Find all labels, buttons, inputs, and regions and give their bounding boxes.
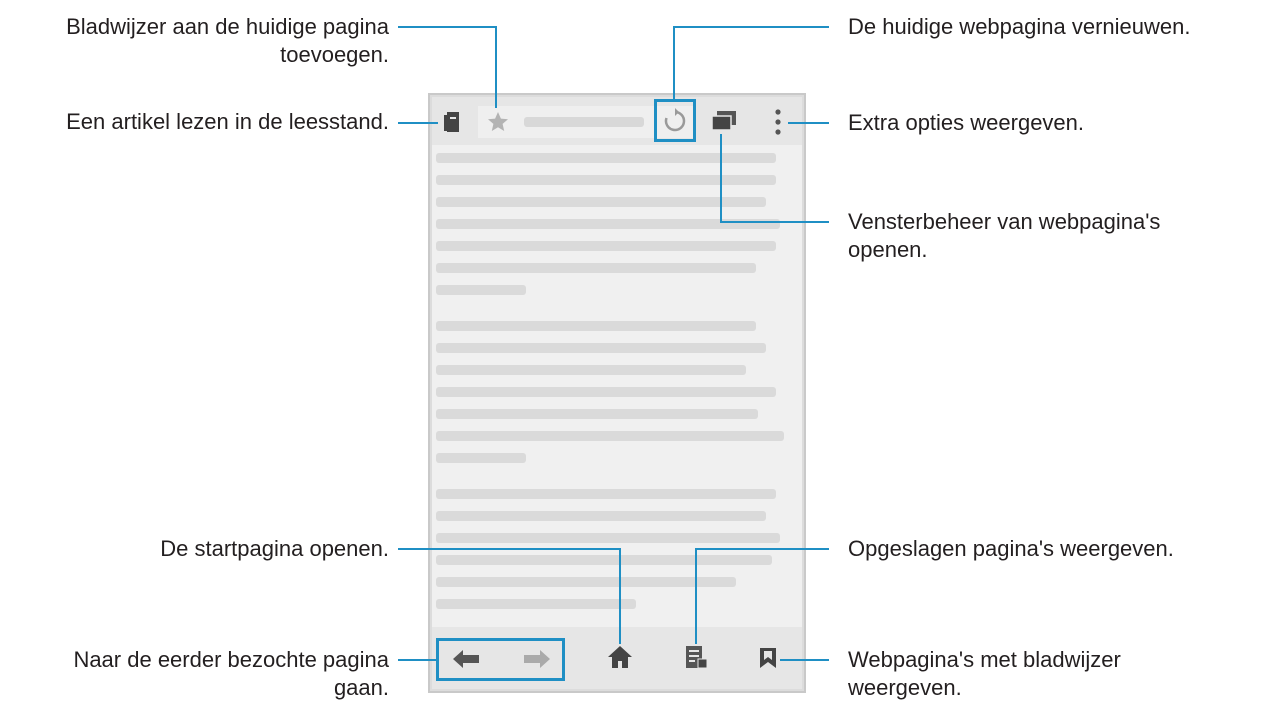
- callout-bookmark-add-line1: Bladwijzer aan de huidige pagina: [66, 14, 389, 39]
- callout-homepage: De startpagina openen.: [160, 536, 389, 561]
- callout-previous-pages: Naar de eerder bezochte pagina gaan.: [73, 646, 389, 702]
- bookmark-icon[interactable]: [757, 646, 779, 670]
- saved-pages-icon[interactable]: [683, 644, 709, 670]
- callout-previous-pages-line1: Naar de eerder bezochte pagina: [73, 647, 389, 672]
- navigation-highlight: [436, 638, 565, 681]
- more-vertical-icon[interactable]: [773, 107, 783, 137]
- callout-bookmarked-pages-line2: weergeven.: [848, 675, 962, 700]
- address-bar-url: [524, 117, 644, 127]
- callout-bookmark-add: Bladwijzer aan de huidige pagina toevoeg…: [66, 13, 389, 69]
- callout-more-options: Extra opties weergeven.: [848, 110, 1085, 135]
- callout-window-manager-line2: openen.: [848, 237, 928, 262]
- callout-refresh: De huidige webpagina vernieuwen.: [848, 14, 1191, 39]
- star-icon[interactable]: [486, 110, 510, 134]
- callout-saved-pages: Opgeslagen pagina's weergeven.: [848, 536, 1174, 561]
- callout-bookmark-add-line2: toevoegen.: [280, 42, 389, 67]
- callout-window-manager-line1: Vensterbeheer van webpagina's: [848, 209, 1161, 234]
- callout-bookmarked-pages-line1: Webpagina's met bladwijzer: [848, 647, 1121, 672]
- callout-window-manager: Vensterbeheer van webpagina's openen.: [848, 208, 1160, 264]
- callout-bookmarked-pages: Webpagina's met bladwijzer weergeven.: [848, 646, 1121, 702]
- webpage-content: [432, 145, 802, 627]
- reader-icon[interactable]: [442, 110, 464, 134]
- refresh-highlight: [654, 99, 696, 142]
- home-icon[interactable]: [607, 644, 633, 670]
- windows-icon[interactable]: [710, 109, 738, 131]
- callout-reader-mode: Een artikel lezen in de leesstand.: [66, 109, 389, 134]
- callout-previous-pages-line2: gaan.: [333, 675, 389, 700]
